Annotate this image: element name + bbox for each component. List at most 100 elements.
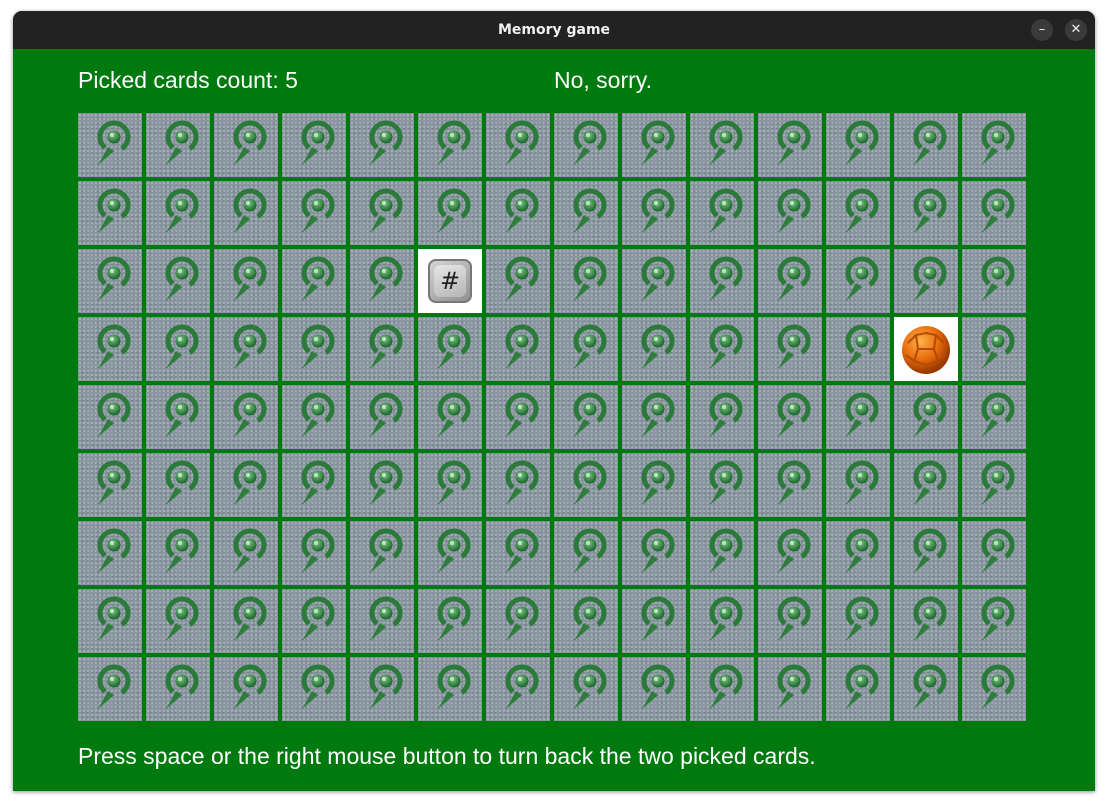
card-back[interactable] <box>622 249 686 313</box>
card-back[interactable] <box>350 657 414 721</box>
card-back[interactable] <box>146 657 210 721</box>
card-back[interactable] <box>622 657 686 721</box>
card-back[interactable] <box>554 453 618 517</box>
card-back[interactable] <box>486 589 550 653</box>
card-back[interactable] <box>962 657 1026 721</box>
card-back[interactable] <box>962 589 1026 653</box>
card-back[interactable] <box>690 113 754 177</box>
card-back[interactable] <box>962 249 1026 313</box>
card-back[interactable] <box>486 453 550 517</box>
card-back[interactable] <box>758 521 822 585</box>
card-back[interactable] <box>962 521 1026 585</box>
card-back[interactable] <box>758 113 822 177</box>
card-back[interactable] <box>554 657 618 721</box>
card-back[interactable] <box>826 385 890 449</box>
card-back[interactable] <box>282 589 346 653</box>
card-back[interactable] <box>894 521 958 585</box>
card-back[interactable] <box>282 453 346 517</box>
card-back[interactable] <box>894 385 958 449</box>
card-back[interactable] <box>146 589 210 653</box>
card-back[interactable] <box>894 181 958 245</box>
card-back[interactable] <box>690 657 754 721</box>
card-back[interactable] <box>78 181 142 245</box>
card-back[interactable] <box>554 385 618 449</box>
card-back[interactable] <box>554 181 618 245</box>
card-back[interactable] <box>894 113 958 177</box>
card-back[interactable] <box>418 317 482 381</box>
card-back[interactable] <box>758 317 822 381</box>
card-back[interactable] <box>282 113 346 177</box>
card-back[interactable] <box>146 113 210 177</box>
card-back[interactable] <box>554 521 618 585</box>
card-back[interactable] <box>554 113 618 177</box>
card-back[interactable] <box>146 453 210 517</box>
card-back[interactable] <box>146 521 210 585</box>
card-face-up[interactable]: # <box>418 249 482 313</box>
card-back[interactable] <box>690 317 754 381</box>
card-back[interactable] <box>418 113 482 177</box>
card-back[interactable] <box>78 385 142 449</box>
card-back[interactable] <box>486 317 550 381</box>
card-back[interactable] <box>962 317 1026 381</box>
card-back[interactable] <box>78 249 142 313</box>
card-back[interactable] <box>146 249 210 313</box>
card-back[interactable] <box>826 521 890 585</box>
card-back[interactable] <box>622 181 686 245</box>
card-back[interactable] <box>894 249 958 313</box>
card-back[interactable] <box>962 181 1026 245</box>
card-back[interactable] <box>622 317 686 381</box>
card-back[interactable] <box>486 657 550 721</box>
card-back[interactable] <box>826 113 890 177</box>
card-back[interactable] <box>486 521 550 585</box>
card-back[interactable] <box>826 249 890 313</box>
card-back[interactable] <box>758 385 822 449</box>
card-back[interactable] <box>214 589 278 653</box>
card-back[interactable] <box>78 317 142 381</box>
card-back[interactable] <box>690 453 754 517</box>
card-back[interactable] <box>758 249 822 313</box>
card-back[interactable] <box>758 453 822 517</box>
card-back[interactable] <box>418 385 482 449</box>
card-back[interactable] <box>622 113 686 177</box>
card-back[interactable] <box>418 657 482 721</box>
card-back[interactable] <box>758 657 822 721</box>
card-back[interactable] <box>690 249 754 313</box>
card-back[interactable] <box>486 385 550 449</box>
card-back[interactable] <box>486 181 550 245</box>
card-back[interactable] <box>282 317 346 381</box>
close-button[interactable]: ✕ <box>1065 19 1087 41</box>
card-back[interactable] <box>282 657 346 721</box>
card-back[interactable] <box>826 453 890 517</box>
card-back[interactable] <box>486 249 550 313</box>
card-back[interactable] <box>78 521 142 585</box>
card-back[interactable] <box>894 589 958 653</box>
card-back[interactable] <box>282 249 346 313</box>
card-back[interactable] <box>146 181 210 245</box>
card-back[interactable] <box>690 385 754 449</box>
card-back[interactable] <box>214 113 278 177</box>
card-back[interactable] <box>350 521 414 585</box>
card-back[interactable] <box>214 521 278 585</box>
card-back[interactable] <box>418 453 482 517</box>
card-back[interactable] <box>622 453 686 517</box>
card-back[interactable] <box>418 181 482 245</box>
card-back[interactable] <box>690 181 754 245</box>
card-back[interactable] <box>826 657 890 721</box>
card-back[interactable] <box>350 453 414 517</box>
card-back[interactable] <box>622 521 686 585</box>
minimize-button[interactable]: – <box>1031 19 1053 41</box>
card-back[interactable] <box>622 589 686 653</box>
card-back[interactable] <box>282 385 346 449</box>
card-back[interactable] <box>78 589 142 653</box>
card-back[interactable] <box>826 181 890 245</box>
card-back[interactable] <box>214 385 278 449</box>
card-back[interactable] <box>282 521 346 585</box>
card-back[interactable] <box>214 249 278 313</box>
card-back[interactable] <box>894 657 958 721</box>
card-back[interactable] <box>554 589 618 653</box>
card-back[interactable] <box>350 113 414 177</box>
card-back[interactable] <box>554 317 618 381</box>
card-back[interactable] <box>554 249 618 313</box>
card-back[interactable] <box>758 589 822 653</box>
card-back[interactable] <box>350 385 414 449</box>
